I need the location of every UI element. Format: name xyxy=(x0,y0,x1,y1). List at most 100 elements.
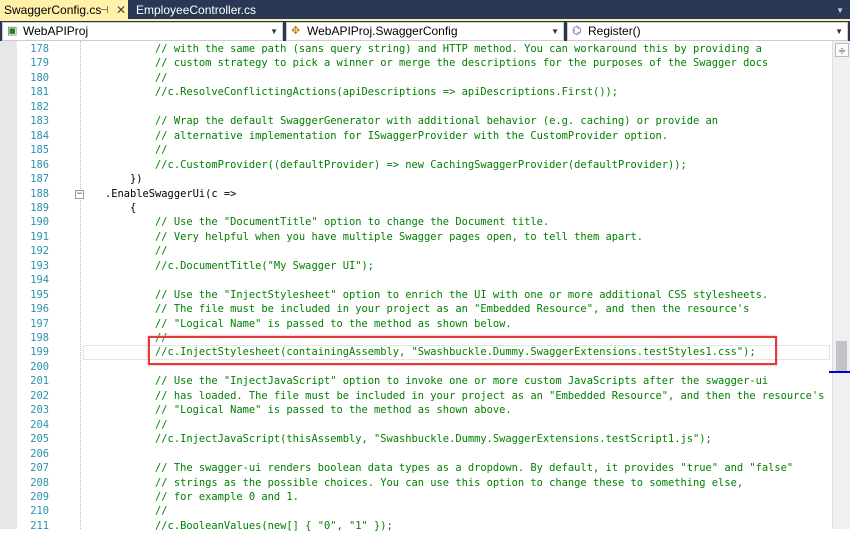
code-line[interactable]: 186 //c.CustomProvider((defaultProvider)… xyxy=(0,158,830,173)
tab-overflow-dropdown-icon[interactable]: ▼ xyxy=(836,6,844,15)
line-number: 184 xyxy=(30,129,49,142)
chevron-down-icon: ▼ xyxy=(270,27,278,36)
code-line[interactable]: 185 // xyxy=(0,143,830,158)
line-number: 180 xyxy=(30,71,49,84)
code-comment: //c.CustomProvider((defaultProvider) => … xyxy=(105,158,687,171)
code-line[interactable]: 187 }) xyxy=(0,172,830,187)
code-line[interactable]: 210 // xyxy=(0,504,830,519)
project-label: WebAPIProj xyxy=(23,24,89,38)
code-comment: // strings as the possible choices. You … xyxy=(105,476,744,489)
scrollbar-thumb[interactable] xyxy=(836,341,847,371)
code-line[interactable]: 204 // xyxy=(0,418,830,433)
line-number: 188 xyxy=(30,187,49,200)
line-number: 208 xyxy=(30,476,49,489)
code-text: { xyxy=(105,201,137,214)
class-dropdown[interactable]: ✥ WebAPIProj.SwaggerConfig ▼ xyxy=(286,22,564,41)
tab-swaggerconfig[interactable]: SwaggerConfig.cs ⊣ ✕ xyxy=(0,0,128,21)
tab-label: EmployeeController.cs xyxy=(136,3,257,17)
code-line[interactable]: 202 // has loaded. The file must be incl… xyxy=(0,389,830,404)
line-number: 185 xyxy=(30,144,49,157)
highlight-annotation-box xyxy=(148,336,777,365)
code-comment: // The file must be included in your pro… xyxy=(105,303,750,316)
code-line[interactable]: 208 // strings as the possible choices. … xyxy=(0,476,830,491)
code-comment: // xyxy=(105,245,168,258)
code-line[interactable]: 207 // The swagger-ui renders boolean da… xyxy=(0,461,830,476)
code-comment: // xyxy=(105,505,168,518)
line-number: 198 xyxy=(30,332,49,344)
pin-icon[interactable]: ⊣ xyxy=(100,0,109,21)
line-number: 191 xyxy=(30,230,49,243)
code-text: .EnableSwaggerUi(c => xyxy=(105,187,237,200)
code-line[interactable]: 211 //c.BooleanValues(new[] { "0", "1" }… xyxy=(0,519,830,534)
line-number: 179 xyxy=(30,57,49,70)
vertical-scrollbar[interactable]: ÷ xyxy=(829,41,850,529)
line-number: 193 xyxy=(30,259,49,272)
code-comment: // Very helpful when you have multiple S… xyxy=(105,230,643,243)
split-window-icon[interactable]: ÷ xyxy=(835,43,849,58)
project-dropdown[interactable]: ▣ WebAPIProj ▼ xyxy=(2,22,283,41)
chevron-down-icon: ▼ xyxy=(835,27,843,36)
code-line[interactable]: 184 // alternative implementation for IS… xyxy=(0,129,830,144)
line-number: 192 xyxy=(30,245,49,258)
code-line[interactable]: 195 // Use the "InjectStylesheet" option… xyxy=(0,288,830,303)
code-line[interactable]: 180 // xyxy=(0,71,830,86)
project-icon: ▣ xyxy=(7,25,18,37)
line-number: 187 xyxy=(30,173,49,186)
tab-label: SwaggerConfig.cs xyxy=(4,3,102,17)
code-comment: //c.BooleanValues(new[] { "0", "1" }); xyxy=(105,519,393,532)
code-line[interactable]: 206 xyxy=(0,447,830,462)
line-number: 189 xyxy=(30,201,49,214)
code-line[interactable]: 178 // with the same path (sans query st… xyxy=(0,42,830,57)
tab-employeecontroller[interactable]: EmployeeController.cs xyxy=(132,0,256,21)
code-comment: // Use the "InjectJavaScript" option to … xyxy=(105,375,769,388)
member-dropdown[interactable]: ⌬ Register() ▼ xyxy=(567,22,848,41)
code-line[interactable]: 209 // for example 0 and 1. xyxy=(0,490,830,505)
code-editor[interactable]: 178 // with the same path (sans query st… xyxy=(0,41,850,532)
code-line[interactable]: 182 xyxy=(0,100,830,115)
class-label: WebAPIProj.SwaggerConfig xyxy=(307,24,458,38)
code-line[interactable]: 196 // The file must be included in your… xyxy=(0,302,830,317)
collapse-icon[interactable]: − xyxy=(75,189,84,199)
line-number: 207 xyxy=(30,462,49,475)
code-line[interactable]: 183 // Wrap the default SwaggerGenerator… xyxy=(0,114,830,129)
line-number: 182 xyxy=(30,100,49,113)
code-comment: // xyxy=(105,71,168,84)
line-number: 202 xyxy=(30,389,49,402)
line-number: 197 xyxy=(30,317,49,330)
code-comment: // "Logical Name" is passed to the metho… xyxy=(105,404,512,417)
code-line[interactable]: 205 //c.InjectJavaScript(thisAssembly, "… xyxy=(0,432,830,447)
code-line[interactable]: 179 // custom strategy to pick a winner … xyxy=(0,56,830,71)
code-comment: // has loaded. The file must be included… xyxy=(105,389,825,402)
code-line[interactable]: 191 // Very helpful when you have multip… xyxy=(0,230,830,245)
code-line[interactable]: 190 // Use the "DocumentTitle" option to… xyxy=(0,215,830,230)
line-number: 209 xyxy=(30,490,49,503)
line-number: 196 xyxy=(30,303,49,316)
code-line[interactable]: 189 { xyxy=(0,201,830,216)
line-number: 203 xyxy=(30,404,49,417)
line-number: 195 xyxy=(30,288,49,301)
code-line[interactable]: 201 // Use the "InjectJavaScript" option… xyxy=(0,374,830,389)
code-text: }) xyxy=(105,173,143,186)
line-number: 190 xyxy=(30,216,49,229)
code-line[interactable]: 181 //c.ResolveConflictingActions(apiDes… xyxy=(0,85,830,100)
document-tab-bar: SwaggerConfig.cs ⊣ ✕ EmployeeController.… xyxy=(0,0,850,21)
code-line[interactable]: 188 − .EnableSwaggerUi(c => xyxy=(0,187,830,202)
member-label: Register() xyxy=(588,24,641,38)
line-number: 204 xyxy=(30,418,49,431)
line-number: 201 xyxy=(30,375,49,388)
code-line[interactable]: 203 // "Logical Name" is passed to the m… xyxy=(0,403,830,418)
line-number: 183 xyxy=(30,115,49,128)
code-line[interactable]: 193 //c.DocumentTitle("My Swagger UI"); xyxy=(0,259,830,274)
code-line[interactable]: 192 // xyxy=(0,244,830,259)
line-number: 178 xyxy=(30,43,49,55)
close-icon[interactable]: ✕ xyxy=(116,0,126,21)
code-line[interactable]: 197 // "Logical Name" is passed to the m… xyxy=(0,317,830,332)
code-comment: // xyxy=(105,418,168,431)
method-icon: ⌬ xyxy=(572,25,582,37)
class-icon: ✥ xyxy=(291,25,301,37)
code-comment: // custom strategy to pick a winner or m… xyxy=(105,57,769,70)
code-line[interactable]: 194 xyxy=(0,273,830,288)
line-number: 210 xyxy=(30,505,49,518)
code-comment: //c.InjectJavaScript(thisAssembly, "Swas… xyxy=(105,433,712,446)
line-number: 211 xyxy=(30,519,49,532)
